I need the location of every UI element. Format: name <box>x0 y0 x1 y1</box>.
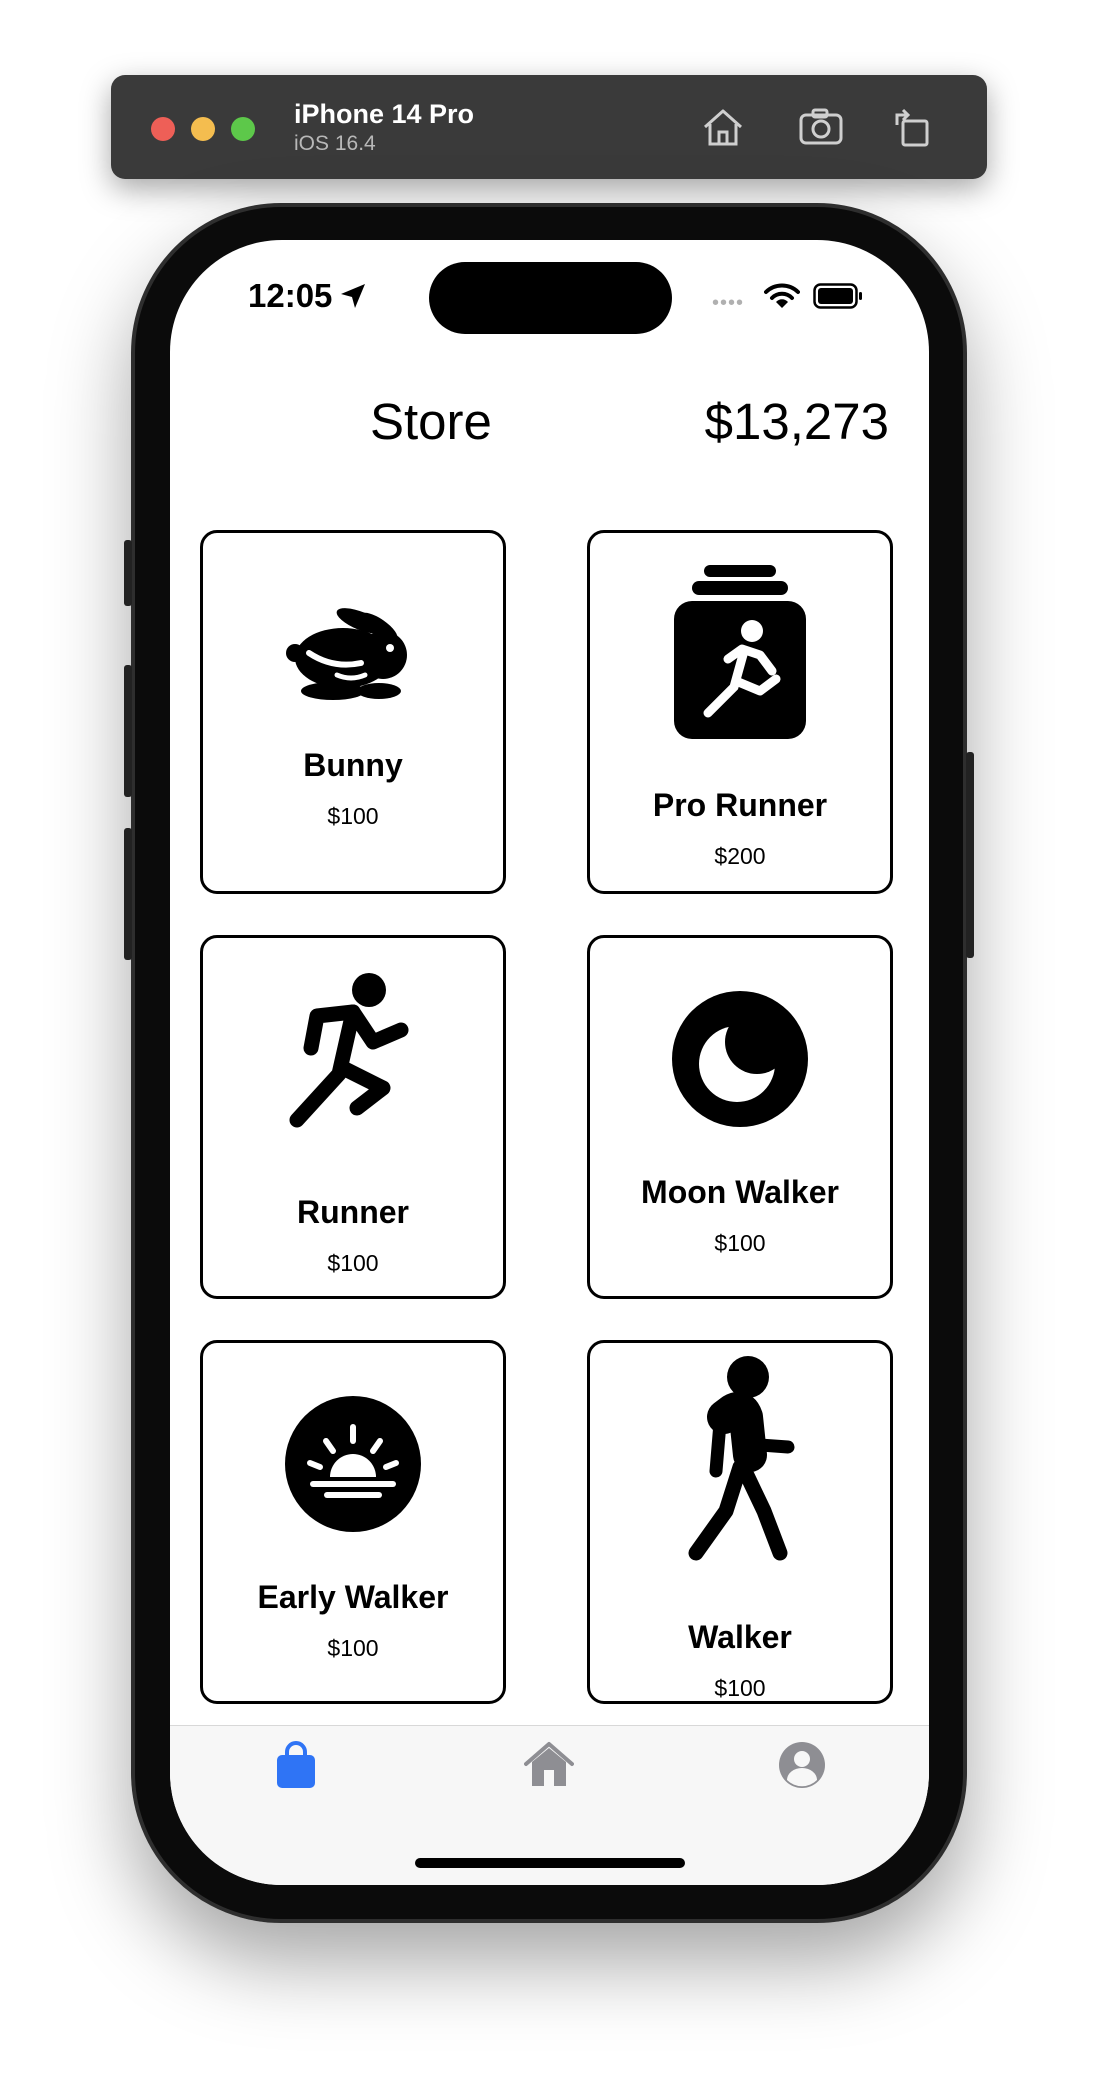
sunrise-circle-icon <box>285 1396 421 1532</box>
cellular-signal-icon: •••• <box>712 292 745 314</box>
tab-store[interactable] <box>271 1740 321 1790</box>
home-icon[interactable] <box>699 103 747 151</box>
store-item-pro-runner[interactable]: Pro Runner $200 <box>587 530 893 894</box>
item-name: Runner <box>297 1194 409 1230</box>
item-name: Pro Runner <box>652 787 828 823</box>
item-name: Bunny <box>303 747 403 783</box>
close-window-button[interactable] <box>151 117 175 141</box>
status-time: 12:05 <box>248 277 333 314</box>
zoom-window-button[interactable] <box>231 117 255 141</box>
store-item-walker[interactable]: Walker $100 <box>587 1340 893 1704</box>
dynamic-island <box>429 262 672 334</box>
location-arrow-icon <box>341 284 365 308</box>
person-circle-icon <box>779 1742 825 1788</box>
figure-run-square-stack-icon <box>674 565 806 739</box>
moon-circle-icon <box>672 991 808 1127</box>
tab-profile[interactable] <box>777 1740 827 1790</box>
rabbit-icon <box>286 608 407 700</box>
item-price: $200 <box>714 843 766 869</box>
phone-screen: 12:05 •••• Store $13,273 Bunny $100 Pro … <box>170 240 929 1885</box>
volume-down-button <box>124 828 132 960</box>
item-price: $100 <box>327 1635 379 1661</box>
balance-amount: $13,273 <box>704 393 889 450</box>
store-item-early-walker[interactable]: Early Walker $100 <box>200 1340 506 1704</box>
item-price: $100 <box>327 803 379 829</box>
bag-icon <box>277 1741 315 1788</box>
page-title: Store <box>370 393 492 450</box>
item-name: Moon Walker <box>641 1174 839 1210</box>
mute-switch <box>124 540 132 606</box>
store-item-moon-walker[interactable]: Moon Walker $100 <box>587 935 893 1299</box>
figure-run-icon <box>289 973 409 1128</box>
item-price: $100 <box>327 1250 379 1276</box>
store-item-bunny[interactable]: Bunny $100 <box>200 530 506 894</box>
rotate-icon[interactable] <box>889 103 937 151</box>
home-indicator[interactable] <box>415 1858 685 1868</box>
battery-icon <box>813 283 862 309</box>
house-icon <box>524 1742 574 1786</box>
screenshot-icon[interactable] <box>797 103 845 151</box>
tab-home[interactable] <box>524 1740 574 1790</box>
power-button <box>966 752 974 958</box>
item-name: Early Walker <box>257 1579 449 1615</box>
device-name: iPhone 14 Pro <box>294 99 475 129</box>
wifi-icon <box>764 283 800 308</box>
volume-up-button <box>124 665 132 797</box>
store-item-runner[interactable]: Runner $100 <box>200 935 506 1299</box>
simulator-title-bar: iPhone 14 Pro iOS 16.4 <box>111 75 987 179</box>
item-price: $100 <box>714 1675 766 1701</box>
minimize-window-button[interactable] <box>191 117 215 141</box>
figure-walk-icon <box>688 1356 795 1561</box>
os-version: iOS 16.4 <box>294 132 376 155</box>
item-price: $100 <box>714 1230 766 1256</box>
item-name: Walker <box>688 1619 792 1655</box>
